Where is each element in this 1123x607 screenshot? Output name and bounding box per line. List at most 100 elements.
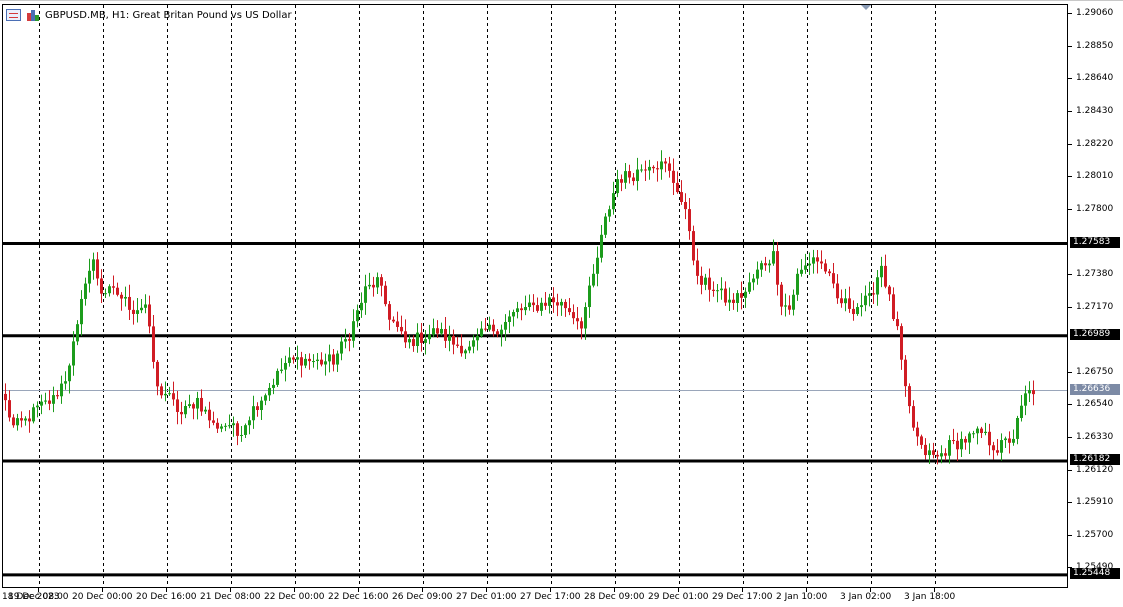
candle-body-bear [684,201,687,210]
candle-body-bull [328,354,331,362]
candle-body-bull [612,193,615,210]
candle-body-bull [512,312,515,317]
candle-body-bear [48,400,51,404]
price-axis-tick [1068,502,1072,504]
candle-body-bear [396,321,399,327]
price-chart-area[interactable] [2,4,1068,588]
candle-body-bear [128,296,131,310]
candle-body-bull [248,420,251,426]
candle-body-bull [604,216,607,235]
candle-body-bull [164,393,167,396]
candle-body-bear [380,277,383,286]
candle-body-bull [468,346,471,351]
candle-body-bull [324,361,327,365]
candle-body-bear [300,357,303,366]
candle-body-bull [104,293,107,295]
price-axis-label: 1.25700 [1076,529,1114,540]
candle-body-bull [716,290,719,292]
candle-body-bear [896,319,899,327]
candle-body-bull [660,161,663,170]
candle-body-bear [320,359,323,365]
candle-body-bull [1028,390,1031,394]
candle-body-bull [720,288,723,291]
candle-body-bull [360,302,363,311]
candle-body-bear [992,445,995,451]
candle-body-bear [388,304,391,320]
candle-body-bear [696,260,699,276]
price-axis-label: 1.28010 [1076,171,1114,182]
candle-body-bear [536,305,539,311]
candle-body-bear [788,305,791,310]
chart-shift-marker-icon[interactable] [861,5,871,10]
candle-body-bull [748,282,751,292]
price-axis-label: 1.26330 [1076,432,1114,442]
candle-body-bear [852,308,855,315]
price-axis[interactable]: 1.29060 1.28850 1.28640 1.28430 1.28220 1.280… [1068,4,1123,588]
candle-body-bear [672,170,675,183]
candle-body-bull [252,406,255,421]
candle-body-bull [984,431,987,433]
candle-body-bull [416,332,419,347]
candle-body-bull [88,270,91,284]
time-axis-label: 3 Jan 18:00 [904,592,956,602]
candle-body-bear [652,166,655,169]
quick-list-icon[interactable] [6,9,21,21]
price-axis-tick [1068,176,1072,178]
time-axis-label: 27 Dec 01:00 [456,592,517,602]
candle-body-bull [608,209,611,217]
time-axis-label: 29 Dec 17:00 [712,592,773,602]
candle-body-bull [960,438,963,450]
candle-body-bear [496,331,499,335]
chart-window: GBPUSD.MB, H1: Great Britan Pound vs US … [0,0,1123,607]
price-axis-tick [1068,274,1072,276]
chart-title: GBPUSD.MB, H1: Great Britan Pound vs US … [45,9,292,21]
price-axis-tick [1068,404,1072,406]
candle-body-bull [592,273,595,286]
candle-body-bear [100,278,103,294]
price-axis-label: 1.28220 [1076,138,1114,149]
candle-body-bull [1020,405,1023,419]
candle-body-bull [136,310,139,314]
candle-body-bull [860,305,863,308]
candle-body-bear [688,209,691,232]
price-axis-tick [1068,534,1072,536]
candle-body-bear [120,294,123,299]
price-axis-tick [1068,208,1072,210]
candle-body-bear [644,169,647,171]
candle-body-bull [16,418,19,426]
candle-body-bull [500,329,503,335]
candle-body-bear [1008,438,1011,443]
candle-body-bear [160,386,163,396]
level-price-tag: 1.27583 [1070,237,1120,249]
candle-body-bear [556,302,559,306]
candle-body-bull [428,334,431,340]
candle-body-bear [148,304,151,327]
candle-body-bull [972,433,975,435]
candle-body-bear [564,301,567,309]
time-axis-label: 29 Dec 01:00 [648,592,709,602]
candle-body-bear [216,422,219,429]
time-axis[interactable]: 18 Dec 2023 19 Dec 08:00 20 Dec 00:00 20 De… [2,588,1068,607]
candle-body-bear [872,293,875,295]
candle-body-bear [400,326,403,332]
candle-body-bull [584,307,587,329]
candle-body-bear [932,450,935,455]
candle-body-bull [232,423,235,426]
candle-body-bull [976,428,979,434]
candle-body-bull [312,361,315,363]
candle-body-bull [64,381,67,384]
candle-body-bull [92,259,95,271]
candle-body-bear [836,283,839,299]
candle-body-bull [928,450,931,456]
candle-body-bear [292,357,295,360]
candle-body-bear [4,393,7,401]
candle-body-bull [600,234,603,258]
candle-body-bull [356,310,359,322]
candle-body-bull [408,339,411,343]
price-axis-label: 1.28430 [1076,106,1114,117]
chart-bars-icon[interactable] [26,9,40,21]
candle-body-bear [1032,390,1035,395]
time-axis-label: 22 Dec 16:00 [328,592,389,602]
price-axis-tick [1068,469,1072,471]
candle-body-bull [52,395,55,404]
